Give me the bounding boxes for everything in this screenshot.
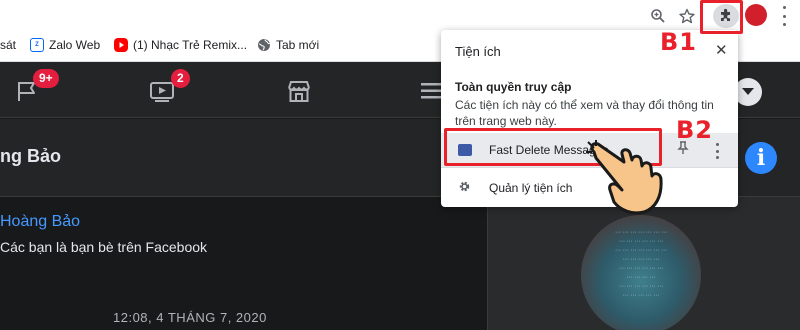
popup-title: Tiện ích bbox=[455, 44, 501, 59]
shared-image-thumbnail[interactable]: ⋯ ⋯ ⋯ ⋯ ⋯ ⋯ ⋯ ⋯ ⋯ ⋯ ⋯ ⋯ ⋯ ⋯ ⋯ ⋯ ⋯ ⋯ ⋯ ⋯ ⋯ ⋯… bbox=[581, 215, 701, 330]
zalo-icon: Z bbox=[30, 38, 44, 52]
youtube-icon bbox=[114, 38, 128, 52]
account-dropdown-icon[interactable] bbox=[734, 78, 762, 106]
notification-badge: 9+ bbox=[33, 69, 59, 88]
bookmark-star-icon[interactable] bbox=[676, 5, 698, 27]
pointing-hand-icon bbox=[586, 140, 676, 218]
globe-icon bbox=[257, 38, 271, 52]
bookmark-item-zalo[interactable]: Z Zalo Web bbox=[30, 38, 100, 52]
friends-status-text: Các bạn là bạn bè trên Facebook bbox=[0, 239, 208, 255]
bookmark-label: (1) Nhạc Trẻ Remix... bbox=[133, 38, 248, 52]
gear-icon bbox=[458, 180, 471, 196]
bookmark-item-new-tab[interactable]: Tab mới bbox=[257, 38, 319, 52]
bookmark-item-youtube[interactable]: (1) Nhạc Trẻ Remix... bbox=[114, 38, 247, 52]
watch-video-icon[interactable] bbox=[149, 80, 175, 107]
message-timestamp: 12:08, 4 THÁNG 7, 2020 bbox=[113, 310, 267, 325]
zoom-icon[interactable] bbox=[647, 5, 669, 27]
step1-highlight-box bbox=[700, 0, 743, 34]
notification-badge: 2 bbox=[171, 69, 190, 88]
bookmark-label: Zalo Web bbox=[49, 38, 101, 52]
chrome-menu-icon[interactable] bbox=[779, 6, 789, 26]
chat-contact-name[interactable]: ng Bảo bbox=[0, 146, 61, 167]
profile-avatar[interactable] bbox=[745, 4, 767, 26]
profile-name-link[interactable]: Hoàng Bảo bbox=[0, 213, 80, 231]
more-options-icon[interactable] bbox=[716, 143, 720, 159]
menu-hamburger-icon[interactable] bbox=[421, 83, 441, 104]
step1-label: B1 bbox=[660, 28, 697, 56]
manage-extensions-label: Quản lý tiện ích bbox=[489, 181, 573, 195]
access-heading: Toàn quyền truy cập bbox=[455, 80, 572, 94]
bookmark-label: Tab mới bbox=[276, 38, 320, 52]
info-icon[interactable]: i bbox=[745, 142, 777, 174]
marketplace-store-icon[interactable] bbox=[286, 80, 312, 107]
step2-label: B2 bbox=[676, 116, 713, 144]
bookmark-item[interactable]: sát bbox=[0, 38, 16, 52]
browser-toolbar bbox=[0, 0, 800, 30]
bookmark-label: sát bbox=[0, 38, 17, 52]
close-icon[interactable]: ✕ bbox=[715, 41, 728, 59]
